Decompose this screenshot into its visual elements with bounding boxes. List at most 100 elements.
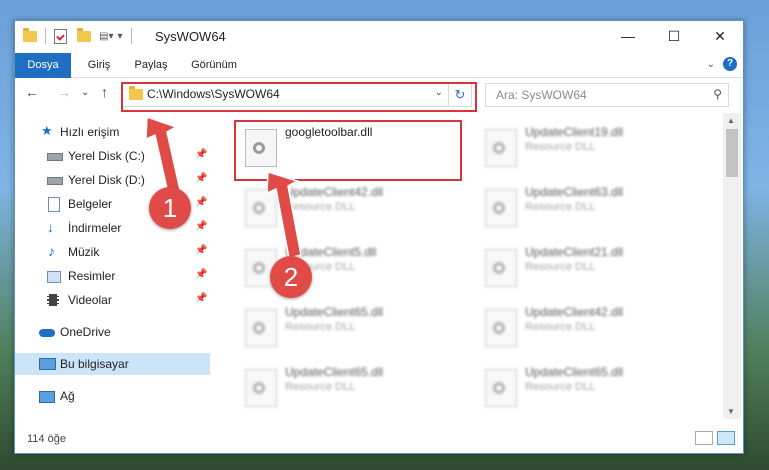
pin-icon[interactable]: 📌: [195, 149, 207, 160]
forward-button[interactable]: →: [57, 84, 71, 100]
help-icon[interactable]: ?: [723, 57, 737, 71]
sidebar-item-label: Resimler: [68, 269, 116, 283]
file-name: UpdateClient65.dll: [285, 365, 384, 379]
pin-icon[interactable]: 📌: [195, 221, 207, 232]
file-name: UpdateClient42.dll: [285, 185, 384, 199]
pin-icon[interactable]: 📌: [195, 197, 207, 208]
window-controls: — ☐ ✕: [605, 21, 743, 51]
folder-icon[interactable]: [23, 27, 37, 42]
toolbar-separator: [130, 28, 132, 44]
sidebar-item-network[interactable]: Ağ: [15, 385, 210, 407]
music-icon: ♪: [48, 243, 55, 259]
file-type: Resource DLL: [525, 261, 596, 273]
file-item[interactable]: UpdateClient19.dll Resource DLL: [477, 121, 707, 173]
download-icon: ↓: [47, 219, 54, 235]
sidebar-item-videos[interactable]: Videolar 📌: [15, 289, 210, 311]
file-type: Resource DLL: [285, 201, 356, 213]
customize-toolbar-icon[interactable]: ▤▾: [99, 31, 113, 42]
sidebar-item-onedrive[interactable]: OneDrive: [15, 321, 210, 343]
step-badge-1: 1: [149, 187, 191, 229]
window-title: SysWOW64: [155, 29, 226, 44]
search-input[interactable]: Ara: SysWOW64: [496, 88, 587, 102]
pin-icon[interactable]: 📌: [195, 245, 207, 256]
minimize-button[interactable]: —: [605, 21, 651, 51]
file-type: Resource DLL: [285, 381, 356, 393]
sidebar-item-label: Müzik: [68, 245, 100, 259]
properties-icon[interactable]: [54, 28, 67, 44]
large-icons-view-icon[interactable]: [717, 431, 735, 445]
toolbar-separator: [45, 28, 46, 44]
view-switcher: [695, 431, 735, 445]
details-view-icon[interactable]: [695, 431, 713, 445]
ribbon-help-area: ⌄ ?: [707, 57, 737, 71]
tab-share[interactable]: Paylaş: [127, 53, 175, 77]
new-folder-icon[interactable]: [77, 27, 91, 42]
file-item[interactable]: UpdateClient65.dll Resource DLL: [237, 361, 467, 413]
cloud-icon: [39, 329, 55, 337]
drive-icon: [47, 177, 63, 185]
sidebar-item-quick-access[interactable]: ★ Hızlı erişim: [15, 121, 210, 143]
vertical-scrollbar[interactable]: ▲ ▼: [723, 113, 741, 419]
sidebar-item-label: Belgeler: [68, 197, 113, 211]
file-type: Resource DLL: [285, 321, 356, 333]
sidebar-item-label: Bu bilgisayar: [60, 357, 129, 371]
scroll-up-icon[interactable]: ▲: [727, 116, 735, 125]
tab-home[interactable]: Giriş: [79, 53, 119, 77]
pin-icon[interactable]: 📌: [195, 173, 207, 184]
file-type: Resource DLL: [525, 201, 596, 213]
file-item[interactable]: UpdateClient21.dll Resource DLL: [477, 241, 707, 293]
ribbon-tabs: Dosya Giriş Paylaş Görünüm ⌄ ?: [15, 53, 743, 105]
sidebar-item-music[interactable]: ♪ Müzik 📌: [15, 241, 210, 263]
file-name: UpdateClient63.dll: [525, 185, 624, 199]
item-count: 114 öğe: [27, 433, 66, 445]
up-button[interactable]: ↑: [101, 84, 108, 100]
file-item[interactable]: UpdateClient65.dll Resource DLL: [237, 301, 467, 353]
search-icon[interactable]: ⚲: [713, 87, 722, 101]
file-type: Resource DLL: [525, 141, 596, 153]
navigation-pane: ★ Hızlı erişim Yerel Disk (C:) 📌 Yerel D…: [15, 113, 210, 419]
tab-view[interactable]: Görünüm: [183, 53, 245, 77]
file-type: Resource DLL: [525, 381, 596, 393]
pin-icon[interactable]: 📌: [195, 269, 207, 280]
video-icon: [47, 294, 59, 306]
sidebar-item-local-disk-d[interactable]: Yerel Disk (D:) 📌: [15, 169, 210, 191]
file-type: Resource DLL: [525, 321, 596, 333]
sidebar-item-this-pc[interactable]: Bu bilgisayar: [15, 353, 210, 375]
pictures-icon: [47, 271, 61, 283]
sidebar-item-pictures[interactable]: Resimler 📌: [15, 265, 210, 287]
dll-file-icon: [245, 189, 277, 227]
title-bar: ▤▾ ▾ SysWOW64 — ☐ ✕: [15, 21, 743, 53]
file-item[interactable]: UpdateClient42.dll Resource DLL: [477, 301, 707, 353]
sidebar-item-label: İndirmeler: [68, 221, 122, 235]
expand-ribbon-icon[interactable]: ⌄: [707, 59, 715, 70]
recent-locations-button[interactable]: ⌄: [81, 87, 89, 98]
sidebar-item-label: Videolar: [68, 293, 112, 307]
dll-file-icon: [485, 369, 517, 407]
documents-icon: [48, 197, 60, 212]
dll-file-icon: [245, 369, 277, 407]
network-icon: [39, 391, 55, 403]
file-item[interactable]: UpdateClient63.dll Resource DLL: [477, 181, 707, 233]
maximize-button[interactable]: ☐: [651, 21, 697, 51]
dll-file-icon: [245, 309, 277, 347]
drive-icon: [47, 153, 63, 161]
file-item[interactable]: UpdateClient65.dll Resource DLL: [477, 361, 707, 413]
file-name: UpdateClient42.dll: [525, 305, 624, 319]
file-name: UpdateClient65.dll: [285, 305, 384, 319]
file-name: UpdateClient65.dll: [525, 365, 624, 379]
dll-file-icon: [485, 189, 517, 227]
search-box[interactable]: Ara: SysWOW64 ⚲: [485, 83, 729, 107]
file-name: UpdateClient19.dll: [525, 125, 624, 139]
sidebar-item-label: Yerel Disk (C:): [68, 149, 145, 163]
chevron-down-icon[interactable]: ▾: [117, 31, 122, 42]
scroll-down-icon[interactable]: ▼: [727, 407, 735, 416]
dll-file-icon: [485, 249, 517, 287]
file-item[interactable]: UpdateClient42.dll Resource DLL: [237, 181, 467, 233]
sidebar-item-local-disk-c[interactable]: Yerel Disk (C:) 📌: [15, 145, 210, 167]
close-button[interactable]: ✕: [697, 21, 743, 51]
sidebar-item-label: Hızlı erişim: [60, 125, 120, 139]
pin-icon[interactable]: 📌: [195, 293, 207, 304]
back-button[interactable]: ←: [25, 84, 39, 100]
scrollbar-thumb[interactable]: [726, 129, 738, 177]
file-highlight-box: [234, 120, 462, 181]
